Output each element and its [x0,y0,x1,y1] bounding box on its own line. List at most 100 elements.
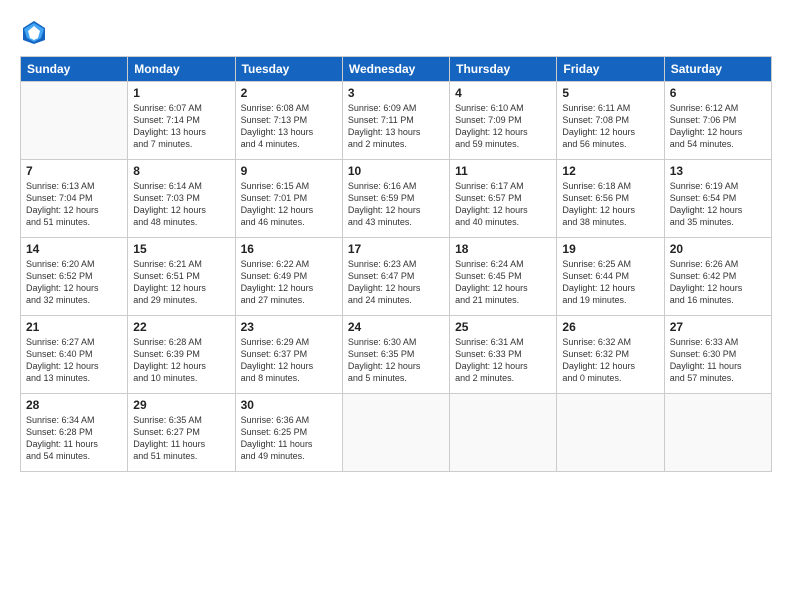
calendar-cell: 29 Sunrise: 6:35 AM Sunset: 6:27 PM Dayli… [128,394,235,472]
calendar-cell: 20 Sunrise: 6:26 AM Sunset: 6:42 PM Dayli… [664,238,771,316]
day-number: 29 [133,398,229,412]
day-number: 21 [26,320,122,334]
calendar-cell: 9Sunrise: 6:15 AM Sunset: 7:01 PM Daylig… [235,160,342,238]
day-number: 4 [455,86,551,100]
day-info: Sunrise: 6:08 AM Sunset: 7:13 PM Dayligh… [241,102,337,151]
calendar-cell: 18 Sunrise: 6:24 AM Sunset: 6:45 PM Dayli… [450,238,557,316]
col-header-monday: Monday [128,57,235,82]
day-info: Sunrise: 6:21 AM Sunset: 6:51 PM Dayligh… [133,258,229,307]
day-info: Sunrise: 6:17 AM Sunset: 6:57 PM Dayligh… [455,180,551,229]
calendar-week-row: 7 Sunrise: 6:13 AM Sunset: 7:04 PM Daylig… [21,160,772,238]
day-number: 26 [562,320,658,334]
day-info: Sunrise: 6:23 AM Sunset: 6:47 PM Dayligh… [348,258,444,307]
calendar-cell: 27 Sunrise: 6:33 AM Sunset: 6:30 PM Dayli… [664,316,771,394]
calendar-cell: 1 Sunrise: 6:07 AM Sunset: 7:14 PM Daylig… [128,82,235,160]
calendar-week-row: 14Sunrise: 6:20 AM Sunset: 6:52 PM Dayli… [21,238,772,316]
day-number: 17 [348,242,444,256]
day-info: Sunrise: 6:25 AM Sunset: 6:44 PM Dayligh… [562,258,658,307]
calendar-cell: 19 Sunrise: 6:25 AM Sunset: 6:44 PM Dayli… [557,238,664,316]
col-header-friday: Friday [557,57,664,82]
day-number: 27 [670,320,766,334]
calendar-cell: 24 Sunrise: 6:30 AM Sunset: 6:35 PM Dayli… [342,316,449,394]
calendar-cell: 12Sunrise: 6:18 AM Sunset: 6:56 PM Dayli… [557,160,664,238]
day-number: 24 [348,320,444,334]
day-info: Sunrise: 6:31 AM Sunset: 6:33 PM Dayligh… [455,336,551,385]
day-number: 1 [133,86,229,100]
col-header-tuesday: Tuesday [235,57,342,82]
col-header-thursday: Thursday [450,57,557,82]
calendar-cell: 15 Sunrise: 6:21 AM Sunset: 6:51 PM Dayli… [128,238,235,316]
day-number: 7 [26,164,122,178]
day-info: Sunrise: 6:09 AM Sunset: 7:11 PM Dayligh… [348,102,444,151]
logo-icon [20,18,48,46]
day-info: Sunrise: 6:24 AM Sunset: 6:45 PM Dayligh… [455,258,551,307]
day-info: Sunrise: 6:13 AM Sunset: 7:04 PM Dayligh… [26,180,122,229]
day-number: 2 [241,86,337,100]
calendar-cell: 28 Sunrise: 6:34 AM Sunset: 6:28 PM Dayli… [21,394,128,472]
day-info: Sunrise: 6:12 AM Sunset: 7:06 PM Dayligh… [670,102,766,151]
col-header-saturday: Saturday [664,57,771,82]
day-number: 8 [133,164,229,178]
calendar-cell [664,394,771,472]
page: SundayMondayTuesdayWednesdayThursdayFrid… [0,0,792,612]
logo [20,18,52,46]
calendar-week-row: 1 Sunrise: 6:07 AM Sunset: 7:14 PM Daylig… [21,82,772,160]
day-info: Sunrise: 6:30 AM Sunset: 6:35 PM Dayligh… [348,336,444,385]
calendar-cell: 14Sunrise: 6:20 AM Sunset: 6:52 PM Dayli… [21,238,128,316]
calendar-cell: 3 Sunrise: 6:09 AM Sunset: 7:11 PM Daylig… [342,82,449,160]
day-info: Sunrise: 6:35 AM Sunset: 6:27 PM Dayligh… [133,414,229,463]
calendar-cell [342,394,449,472]
day-info: Sunrise: 6:11 AM Sunset: 7:08 PM Dayligh… [562,102,658,151]
day-info: Sunrise: 6:34 AM Sunset: 6:28 PM Dayligh… [26,414,122,463]
calendar-cell: 23 Sunrise: 6:29 AM Sunset: 6:37 PM Dayli… [235,316,342,394]
calendar-cell: 2 Sunrise: 6:08 AM Sunset: 7:13 PM Daylig… [235,82,342,160]
calendar-cell: 22 Sunrise: 6:28 AM Sunset: 6:39 PM Dayli… [128,316,235,394]
calendar-cell: 8 Sunrise: 6:14 AM Sunset: 7:03 PM Daylig… [128,160,235,238]
day-info: Sunrise: 6:29 AM Sunset: 6:37 PM Dayligh… [241,336,337,385]
day-number: 11 [455,164,551,178]
calendar-cell: 4 Sunrise: 6:10 AM Sunset: 7:09 PM Daylig… [450,82,557,160]
col-header-sunday: Sunday [21,57,128,82]
day-number: 12 [562,164,658,178]
day-info: Sunrise: 6:10 AM Sunset: 7:09 PM Dayligh… [455,102,551,151]
calendar-cell [557,394,664,472]
day-number: 20 [670,242,766,256]
day-info: Sunrise: 6:14 AM Sunset: 7:03 PM Dayligh… [133,180,229,229]
calendar-week-row: 28 Sunrise: 6:34 AM Sunset: 6:28 PM Dayli… [21,394,772,472]
day-info: Sunrise: 6:15 AM Sunset: 7:01 PM Dayligh… [241,180,337,229]
calendar-cell: 17 Sunrise: 6:23 AM Sunset: 6:47 PM Dayli… [342,238,449,316]
calendar-cell: 13Sunrise: 6:19 AM Sunset: 6:54 PM Dayli… [664,160,771,238]
calendar-cell: 21 Sunrise: 6:27 AM Sunset: 6:40 PM Dayli… [21,316,128,394]
day-info: Sunrise: 6:26 AM Sunset: 6:42 PM Dayligh… [670,258,766,307]
calendar-table: SundayMondayTuesdayWednesdayThursdayFrid… [20,56,772,472]
day-number: 16 [241,242,337,256]
day-info: Sunrise: 6:27 AM Sunset: 6:40 PM Dayligh… [26,336,122,385]
day-number: 10 [348,164,444,178]
calendar-header-row: SundayMondayTuesdayWednesdayThursdayFrid… [21,57,772,82]
calendar-cell [21,82,128,160]
col-header-wednesday: Wednesday [342,57,449,82]
day-info: Sunrise: 6:19 AM Sunset: 6:54 PM Dayligh… [670,180,766,229]
day-number: 18 [455,242,551,256]
day-number: 3 [348,86,444,100]
day-info: Sunrise: 6:07 AM Sunset: 7:14 PM Dayligh… [133,102,229,151]
day-info: Sunrise: 6:20 AM Sunset: 6:52 PM Dayligh… [26,258,122,307]
calendar-week-row: 21 Sunrise: 6:27 AM Sunset: 6:40 PM Dayli… [21,316,772,394]
day-number: 23 [241,320,337,334]
day-info: Sunrise: 6:33 AM Sunset: 6:30 PM Dayligh… [670,336,766,385]
calendar-cell: 16 Sunrise: 6:22 AM Sunset: 6:49 PM Dayli… [235,238,342,316]
day-number: 28 [26,398,122,412]
day-number: 5 [562,86,658,100]
day-info: Sunrise: 6:32 AM Sunset: 6:32 PM Dayligh… [562,336,658,385]
day-number: 22 [133,320,229,334]
day-info: Sunrise: 6:22 AM Sunset: 6:49 PM Dayligh… [241,258,337,307]
calendar-cell: 26 Sunrise: 6:32 AM Sunset: 6:32 PM Dayli… [557,316,664,394]
day-info: Sunrise: 6:28 AM Sunset: 6:39 PM Dayligh… [133,336,229,385]
day-number: 19 [562,242,658,256]
header [20,18,772,46]
calendar-cell: 7 Sunrise: 6:13 AM Sunset: 7:04 PM Daylig… [21,160,128,238]
day-number: 6 [670,86,766,100]
day-info: Sunrise: 6:16 AM Sunset: 6:59 PM Dayligh… [348,180,444,229]
day-number: 15 [133,242,229,256]
calendar-cell: 11 Sunrise: 6:17 AM Sunset: 6:57 PM Dayli… [450,160,557,238]
